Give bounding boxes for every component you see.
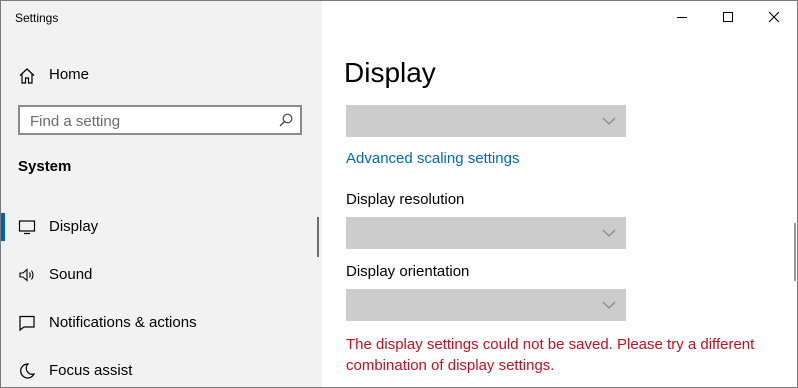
minimize-icon	[677, 17, 687, 18]
scale-dropdown[interactable]	[346, 105, 626, 137]
sidebar-item-notifications[interactable]: Notifications & actions	[1, 301, 322, 345]
sidebar-item-label: Focus assist	[49, 362, 133, 379]
sidebar-item-focus-assist[interactable]: Focus assist	[1, 349, 322, 387]
sidebar-item-label: Display	[49, 218, 99, 235]
page-title: Display	[344, 57, 436, 88]
section-heading: System	[18, 158, 72, 175]
settings-window: Settings Home System	[0, 0, 798, 388]
maximize-button[interactable]	[705, 1, 751, 33]
moon-icon	[18, 362, 36, 380]
maximize-icon	[723, 12, 733, 22]
close-button[interactable]	[751, 1, 797, 33]
sidebar-item-display[interactable]: Display	[1, 205, 322, 249]
notification-icon	[18, 314, 36, 332]
search-icon[interactable]	[278, 112, 294, 128]
sidebar-item-label: Sound	[49, 266, 93, 283]
main-scrollbar[interactable]	[794, 223, 796, 281]
chevron-down-icon	[602, 301, 616, 309]
search-input[interactable]	[28, 111, 272, 131]
speaker-icon	[18, 266, 36, 284]
sidebar-item-label: Home	[49, 66, 90, 83]
sidebar: Settings Home System	[1, 1, 322, 387]
search-field[interactable]	[18, 105, 302, 135]
monitor-icon	[18, 218, 36, 236]
orientation-dropdown[interactable]	[346, 289, 626, 321]
window-title: Settings	[15, 11, 59, 25]
home-icon	[18, 67, 36, 85]
sidebar-scrollbar[interactable]	[317, 217, 319, 257]
resolution-dropdown[interactable]	[346, 217, 626, 249]
resolution-label: Display resolution	[346, 191, 465, 208]
orientation-label: Display orientation	[346, 263, 470, 280]
chevron-down-icon	[602, 229, 616, 237]
sidebar-item-label: Notifications & actions	[49, 314, 197, 331]
close-icon	[768, 11, 780, 23]
error-message: The display settings could not be saved.…	[346, 336, 755, 374]
advanced-scaling-link[interactable]: Advanced scaling settings	[346, 150, 519, 167]
sidebar-item-home[interactable]: Home	[1, 57, 322, 93]
sidebar-item-sound[interactable]: Sound	[1, 253, 322, 297]
chevron-down-icon	[602, 117, 616, 125]
window-controls	[659, 1, 797, 33]
selection-indicator	[1, 213, 5, 241]
minimize-button[interactable]	[659, 1, 705, 33]
